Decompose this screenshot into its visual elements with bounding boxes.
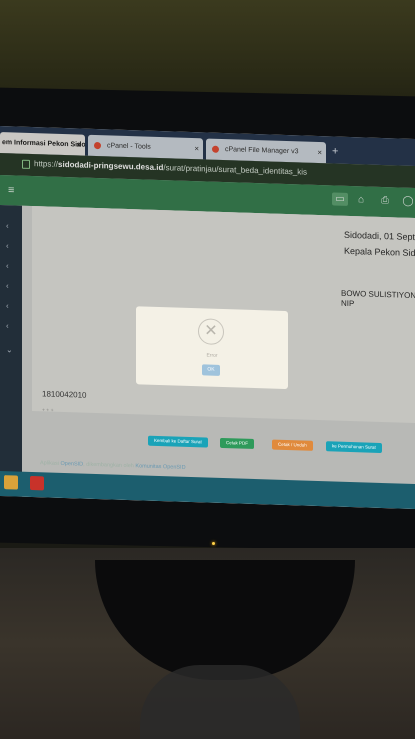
- monitor-base: [140, 665, 300, 739]
- download-button[interactable]: Cetak / Unduh: [272, 439, 313, 451]
- back-to-list-button[interactable]: Kembali ke Daftar Surat: [148, 435, 208, 448]
- monitor-screen: em Informasi Pekon Sidoda × cPanel - Too…: [0, 126, 415, 510]
- error-x-icon: ✕: [198, 318, 224, 346]
- request-letter-button[interactable]: ke Permohonan Surat: [326, 441, 382, 453]
- error-message: Error: [206, 352, 218, 359]
- power-led: [212, 542, 215, 545]
- ok-button[interactable]: OK: [202, 364, 220, 376]
- print-pdf-button[interactable]: Cetak PDF: [220, 437, 255, 449]
- error-dialog: ✕ Error OK: [136, 306, 288, 390]
- explorer-icon[interactable]: [4, 475, 18, 490]
- pdf-reader-icon[interactable]: [30, 475, 44, 491]
